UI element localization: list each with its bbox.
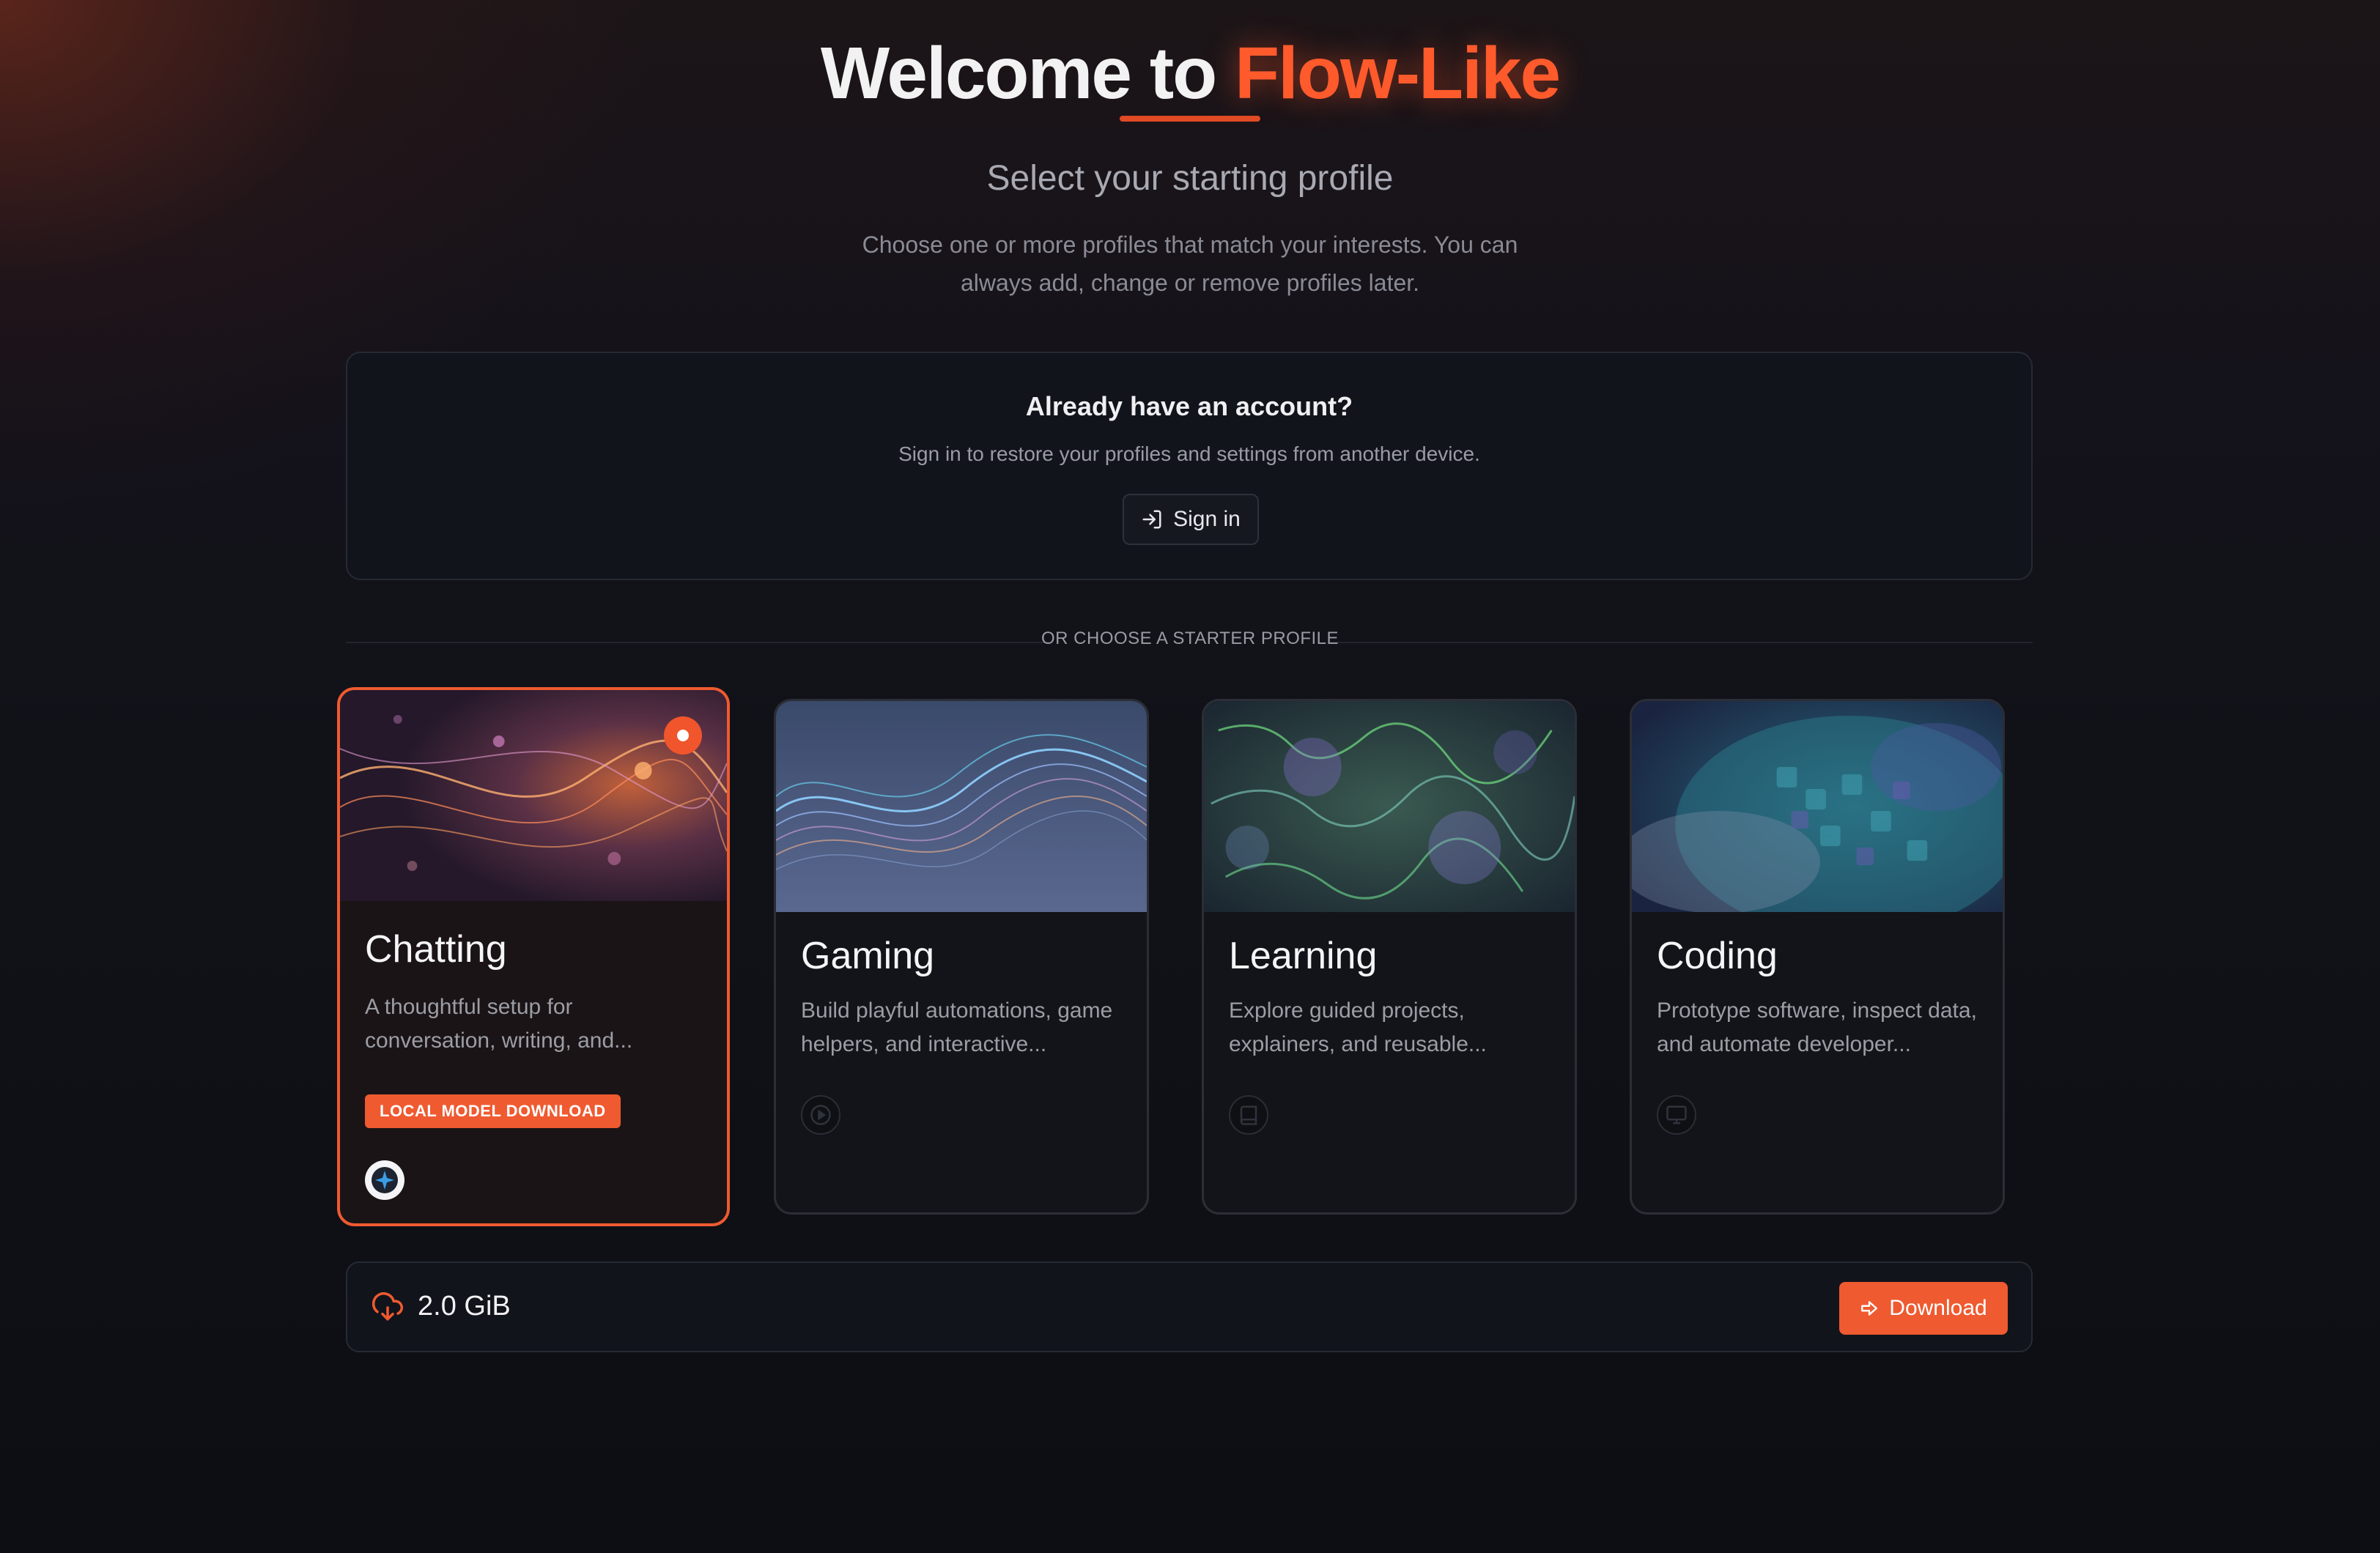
title-brand: Flow-Like	[1235, 32, 1561, 114]
arrow-right-icon	[1861, 1301, 1878, 1316]
profile-card-chatting[interactable]: Chatting A thoughtful setup for conversa…	[337, 687, 730, 1226]
account-card: Already have an account? Sign in to rest…	[346, 352, 2033, 580]
sparkle-icon	[365, 1160, 404, 1200]
download-button-label: Download	[1889, 1296, 1987, 1320]
profile-card-coding[interactable]: Coding Prototype software, inspect data,…	[1630, 699, 2005, 1215]
download-size: 2.0 GiB	[418, 1291, 511, 1322]
onboarding-page: Welcome to Flow-Like Select your startin…	[0, 0, 2380, 1553]
monitor-icon	[1657, 1095, 1696, 1135]
account-description: Sign in to restore your profiles and set…	[898, 442, 1480, 465]
profile-description: Explore guided projects, explainers, and…	[1229, 998, 1487, 1056]
download-bar: 2.0 GiB Download	[346, 1261, 2033, 1352]
profile-title: Coding	[1657, 935, 1778, 977]
profile-description: A thoughtful setup for conversation, wri…	[365, 995, 633, 1053]
title-underline	[1120, 116, 1260, 122]
local-model-badge: LOCAL MODEL DOWNLOAD	[365, 1094, 621, 1128]
sign-in-button[interactable]: Sign in	[1123, 494, 1259, 545]
title-prefix: Welcome to	[820, 32, 1217, 114]
page-subtitle: Select your starting profile	[986, 159, 1394, 198]
book-icon	[1229, 1095, 1268, 1135]
download-button[interactable]: Download	[1839, 1282, 2008, 1335]
coding-cover-image	[1632, 701, 2003, 912]
profile-title: Chatting	[365, 928, 507, 971]
page-title: Welcome to Flow-Like	[0, 29, 2380, 117]
profile-title: Gaming	[801, 935, 935, 977]
profile-description: Build playful automations, game helpers,…	[801, 998, 1113, 1056]
play-icon	[801, 1095, 840, 1135]
profile-description: Prototype software, inspect data, and au…	[1657, 998, 1977, 1056]
log-in-icon	[1142, 510, 1161, 529]
starter-profile-divider: OR CHOOSE A STARTER PROFILE	[1041, 629, 1339, 648]
profile-card-gaming[interactable]: Gaming Build playful automations, game h…	[774, 699, 1149, 1215]
cloud-download-icon	[372, 1292, 403, 1321]
profile-card-learning[interactable]: Learning Explore guided projects, explai…	[1202, 699, 1577, 1215]
selected-indicator	[664, 716, 702, 755]
gaming-cover-image	[776, 701, 1147, 912]
account-title: Already have an account?	[1025, 391, 1353, 421]
sign-in-label: Sign in	[1173, 507, 1241, 531]
learning-cover-image	[1204, 701, 1575, 912]
profile-title: Learning	[1229, 935, 1378, 977]
intro-text: Choose one or more profiles that match y…	[862, 231, 1518, 296]
